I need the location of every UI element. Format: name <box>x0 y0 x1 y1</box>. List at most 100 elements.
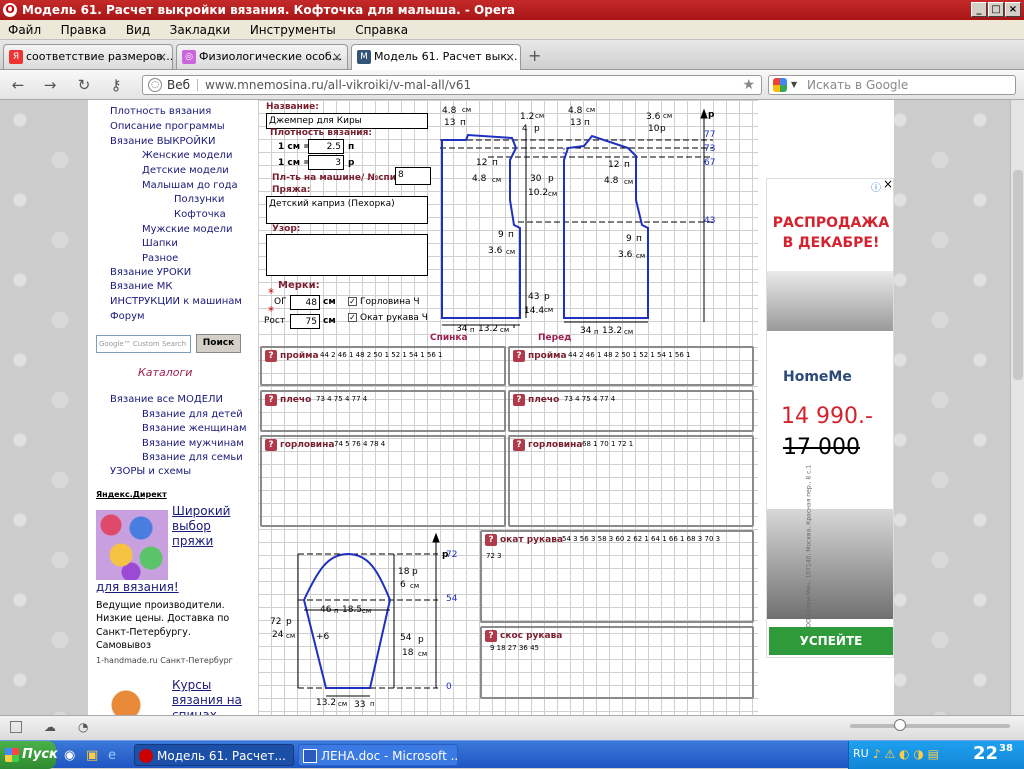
nav-misc[interactable]: Разное <box>142 253 178 264</box>
start-button[interactable]: Пуск <box>0 741 58 769</box>
catalog-men[interactable]: Вязание мужчинам <box>142 438 244 449</box>
nav-mk[interactable]: Вязание МК <box>110 281 172 292</box>
rost-input[interactable]: 75 <box>290 314 320 329</box>
catalog-patterns[interactable]: УЗОРЫ и схемы <box>110 466 191 477</box>
tab-2[interactable]: ◎ Физиологические особ... × <box>176 44 348 69</box>
right-advertisement[interactable]: ⓘ × РАСПРОДАЖА В ДЕКАБРЕ! HomeMe 14 990.… <box>766 177 894 676</box>
nav-patterns[interactable]: Вязание ВЫКРОЙКИ <box>110 136 215 147</box>
knitting-image[interactable] <box>96 685 158 715</box>
nav-forum[interactable]: Форум <box>110 311 145 322</box>
nav-rompers[interactable]: Ползунки <box>174 194 224 205</box>
sleeve-width-cm: 18.5 <box>342 605 363 615</box>
star-icon[interactable]: ★ <box>742 76 755 94</box>
menu-bookmarks[interactable]: Закладки <box>162 20 239 40</box>
nav-women[interactable]: Женские модели <box>142 150 232 161</box>
nav-instructions[interactable]: ИНСТРУКЦИИ к машинам <box>110 296 242 307</box>
forward-arrow-icon[interactable]: → <box>40 76 60 94</box>
help-icon[interactable]: ? <box>513 439 525 451</box>
scrollbar-thumb[interactable] <box>1013 170 1023 380</box>
neck-checkbox[interactable]: ✓ <box>348 297 357 306</box>
help-icon[interactable]: ? <box>265 439 277 451</box>
menu-edit[interactable]: Правка <box>53 20 115 40</box>
menu-tools[interactable]: Инструменты <box>242 20 344 40</box>
help-icon[interactable]: ? <box>513 394 525 406</box>
help-icon[interactable]: ? <box>485 630 497 642</box>
menu-view[interactable]: Вид <box>118 20 158 40</box>
tab-1[interactable]: Я соответствие размеров... × <box>3 44 173 69</box>
sleeve-cap-cm-unit: см <box>410 582 420 590</box>
vertical-scrollbar[interactable] <box>1010 100 1024 715</box>
tray-icons[interactable]: ♪ ⚠ ◐ ◑ ▤ <box>873 747 939 761</box>
ad-cta-button[interactable]: УСПЕЙТЕ ЗАКАЗАТЬ <box>769 627 893 676</box>
address-field[interactable]: ◌ Веб www.mnemosina.ru/all-vikroiki/v-ma… <box>142 75 762 95</box>
ad-yarn-link[interactable]: Широкий выбор пряжи <box>172 504 242 549</box>
tab-3-active[interactable]: M Модель 61. Расчет вык... × <box>351 44 521 70</box>
web-label: Веб <box>167 78 191 92</box>
taskbar-opera[interactable]: Модель 61. Расчет... <box>134 744 294 766</box>
word-icon <box>303 749 317 763</box>
speed-dial-icon[interactable]: ◔ <box>78 720 88 734</box>
help-icon[interactable]: ? <box>485 534 497 546</box>
taskbar-word[interactable]: ЛЕНА.doc - Microsoft ... <box>298 744 458 766</box>
nav-density[interactable]: Плотность вязания <box>110 106 211 117</box>
key-icon[interactable]: ⚷ <box>106 76 126 94</box>
minimize-button[interactable]: _ <box>971 2 987 17</box>
nav-description[interactable]: Описание программы <box>110 121 225 132</box>
help-icon[interactable]: ? <box>265 350 277 362</box>
menu-help[interactable]: Справка <box>347 20 416 40</box>
ie-quicklaunch-icon[interactable]: e <box>108 748 116 763</box>
close-icon[interactable]: × <box>505 45 515 69</box>
row-density-input[interactable]: 3 <box>308 155 344 170</box>
yandex-direct-label[interactable]: Яндекс.Директ <box>96 490 167 499</box>
chevron-down-icon[interactable]: ▼ <box>791 76 797 94</box>
yarn-input[interactable]: Детский каприз (Пехорка) <box>266 196 428 224</box>
catalog-family[interactable]: Вязание для семьи <box>142 452 243 463</box>
new-tab-plus-icon[interactable]: + <box>528 46 541 65</box>
custom-search-input[interactable]: Google™ Custom Search <box>96 335 191 353</box>
ad-yarn-text-2: Низкие цены. Доставка по <box>96 613 230 624</box>
machine-input[interactable]: 8 <box>395 167 431 185</box>
nav-men[interactable]: Мужские модели <box>142 224 233 235</box>
close-ad-icon[interactable]: × <box>883 177 893 191</box>
quicklaunch-icon[interactable]: ▣ <box>86 748 98 763</box>
cloud-icon[interactable]: ☁ <box>44 720 56 734</box>
tab-label: Модель 61. Расчет вык... <box>374 50 518 63</box>
reload-icon[interactable]: ↻ <box>74 76 94 94</box>
zoom-slider[interactable] <box>850 724 1010 728</box>
maximize-button[interactable]: □ <box>988 2 1004 17</box>
close-icon[interactable]: × <box>157 45 167 69</box>
help-icon[interactable]: ? <box>265 394 277 406</box>
menu-file[interactable]: Файл <box>0 20 49 40</box>
nav-lessons[interactable]: Вязание УРОКИ <box>110 267 191 278</box>
chrome-quicklaunch-icon[interactable]: ◉ <box>64 748 75 763</box>
catalog-women[interactable]: Вязание женщинам <box>142 423 247 434</box>
stitch-density-input[interactable]: 2.5 <box>308 139 344 154</box>
front-neck-values: 68 1 70 1 72 1 <box>582 440 634 448</box>
nav-kids[interactable]: Детские модели <box>142 165 229 176</box>
divider <box>197 79 198 91</box>
ad-yarn-source[interactable]: 1-handmade.ru Санкт-Петербург <box>96 656 233 665</box>
search-field[interactable]: ▼ Искать в Google <box>768 75 1016 95</box>
panel-toggle-icon[interactable] <box>10 721 22 733</box>
zoom-slider-handle[interactable] <box>894 719 906 731</box>
yarn-image[interactable] <box>96 510 168 580</box>
name-input[interactable]: Джемпер для Киры <box>266 113 428 129</box>
og-input[interactable]: 48 <box>290 295 320 310</box>
nav-hats[interactable]: Шапки <box>142 238 178 249</box>
ad-yarn-link-2[interactable]: для вязания! <box>96 580 179 595</box>
back-arrow-icon[interactable]: ← <box>8 76 28 94</box>
close-window-button[interactable]: × <box>1005 2 1021 17</box>
catalog-all-models[interactable]: Вязание все МОДЕЛИ <box>110 394 223 405</box>
catalog-kids[interactable]: Вязание для детей <box>142 409 243 420</box>
language-indicator[interactable]: RU <box>853 747 869 760</box>
close-icon[interactable]: × <box>332 45 342 69</box>
search-button[interactable]: Поиск <box>196 334 241 353</box>
info-icon[interactable]: ⓘ <box>871 179 881 194</box>
front-bottom-cm: 13.2 <box>602 326 623 336</box>
nav-jacket[interactable]: Кофточка <box>174 209 226 220</box>
ad-courses-link[interactable]: Курсы вязания на спицах <box>172 678 242 715</box>
pattern-input[interactable] <box>266 234 428 276</box>
nav-babies[interactable]: Малышам до года <box>142 180 238 191</box>
help-icon[interactable]: ? <box>513 350 525 362</box>
sleeve-checkbox[interactable]: ✓ <box>348 313 357 322</box>
